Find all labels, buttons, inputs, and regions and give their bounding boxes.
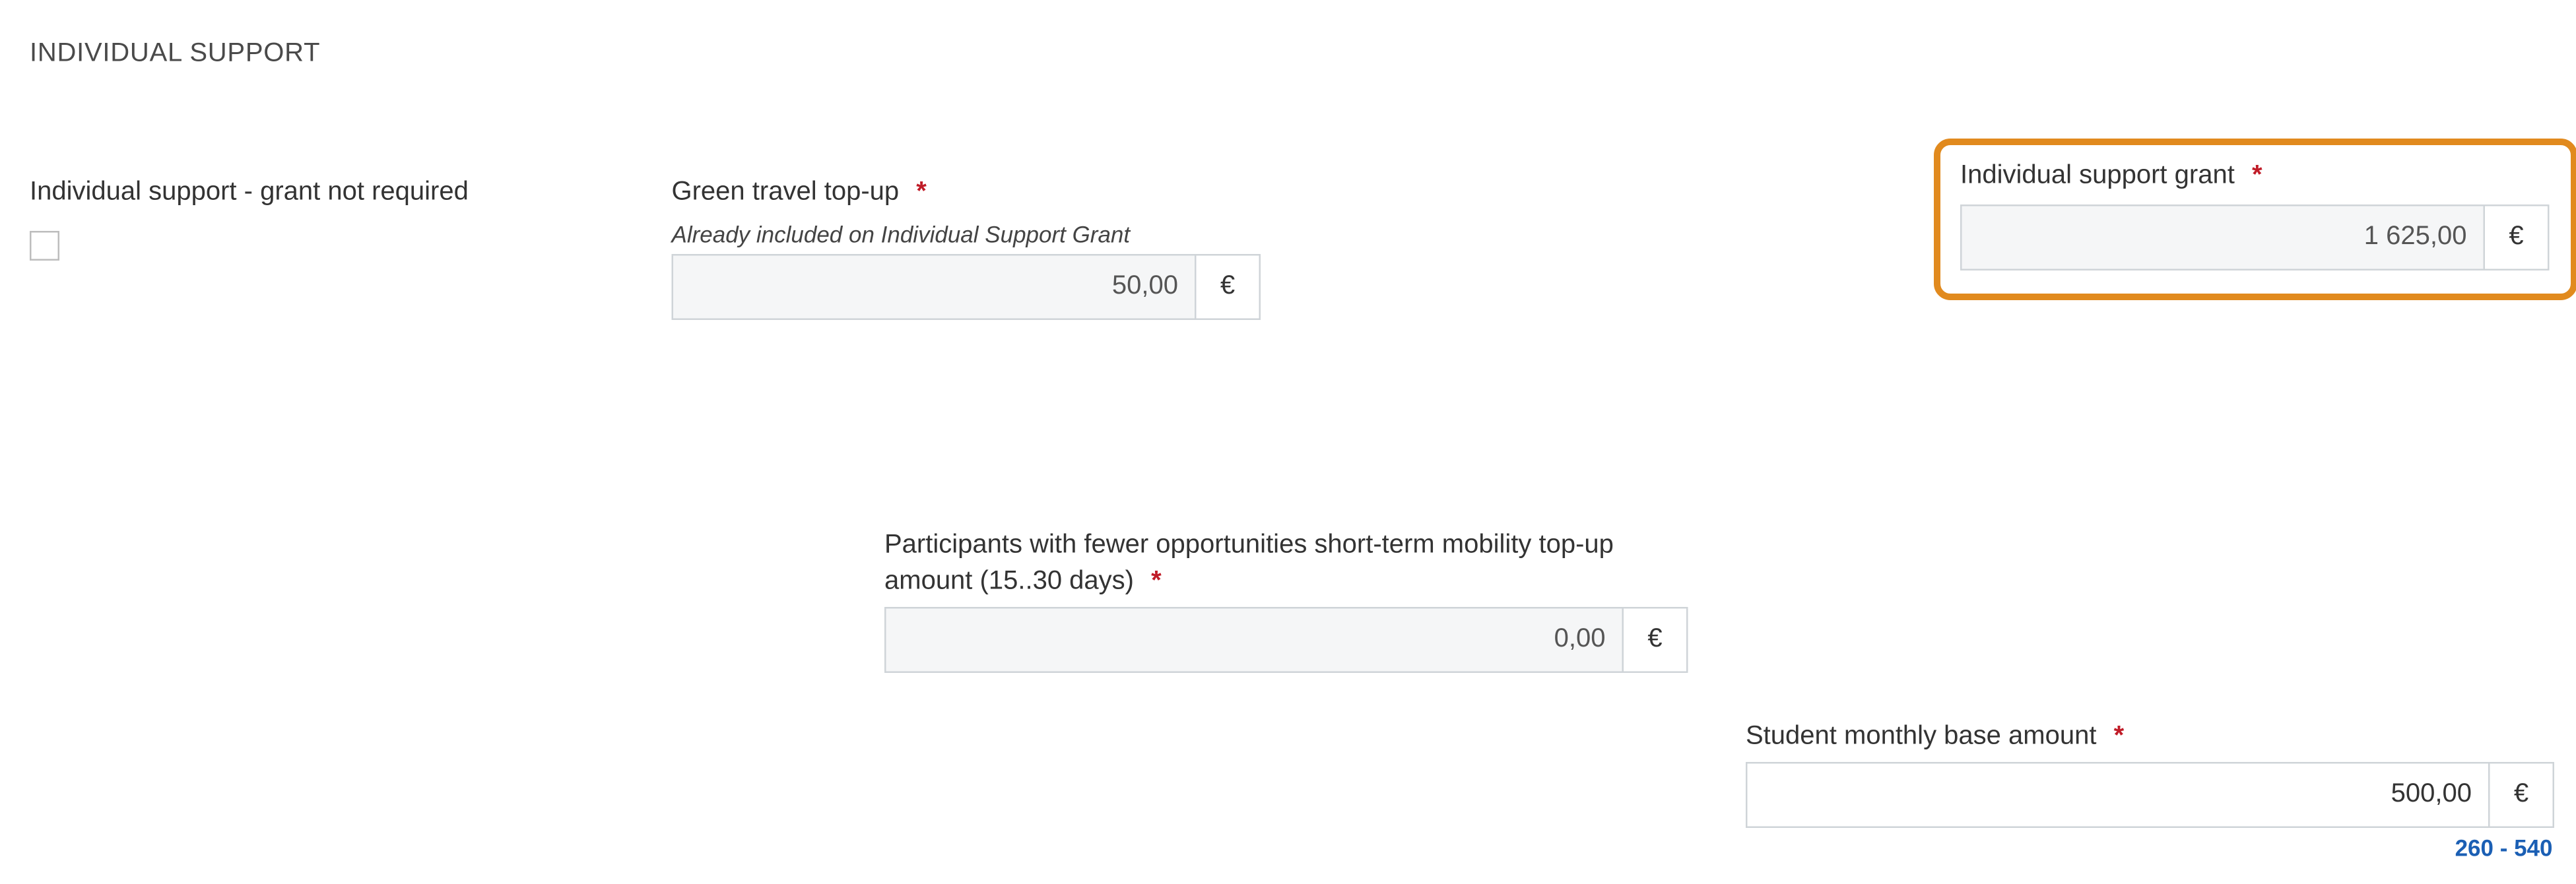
required-asterisk: *: [916, 178, 927, 206]
currency-addon: €: [1624, 607, 1688, 673]
monthly-base-input[interactable]: [1746, 762, 2490, 828]
green-topup-hint: Already included on Individual Support G…: [672, 221, 1131, 247]
grant-not-required-checkbox[interactable]: [30, 231, 59, 261]
required-asterisk: *: [2114, 722, 2125, 751]
grant-not-required-label: Individual support - grant not required: [30, 178, 469, 208]
monthly-base-field: Student monthly base amount *: [1746, 722, 2124, 752]
individual-support-grant-highlight: Individual support grant * €: [1934, 139, 2576, 300]
individual-support-form: INDIVIDUAL SUPPORT Individual support - …: [0, 0, 2576, 884]
green-topup-field: Green travel top-up *: [672, 178, 927, 208]
monthly-base-range: 260 - 540: [1746, 835, 2553, 861]
individual-support-grant-input[interactable]: [1960, 205, 2485, 270]
currency-addon: €: [2485, 205, 2550, 270]
currency-addon: €: [1197, 254, 1261, 320]
green-topup-input[interactable]: [672, 254, 1197, 320]
required-asterisk: *: [2252, 162, 2262, 190]
fewer-opp-topup-field: Participants with fewer opportunities sh…: [884, 528, 1676, 599]
fewer-opp-topup-label: Participants with fewer opportunities sh…: [884, 531, 1614, 594]
monthly-base-label: Student monthly base amount: [1746, 722, 2096, 751]
section-title: INDIVIDUAL SUPPORT: [30, 40, 320, 69]
required-asterisk: *: [1151, 567, 1162, 595]
individual-support-grant-label: Individual support grant: [1960, 162, 2235, 190]
green-topup-label: Green travel top-up: [672, 178, 900, 206]
fewer-opp-topup-input[interactable]: [884, 607, 1624, 673]
currency-addon: €: [2490, 762, 2555, 828]
